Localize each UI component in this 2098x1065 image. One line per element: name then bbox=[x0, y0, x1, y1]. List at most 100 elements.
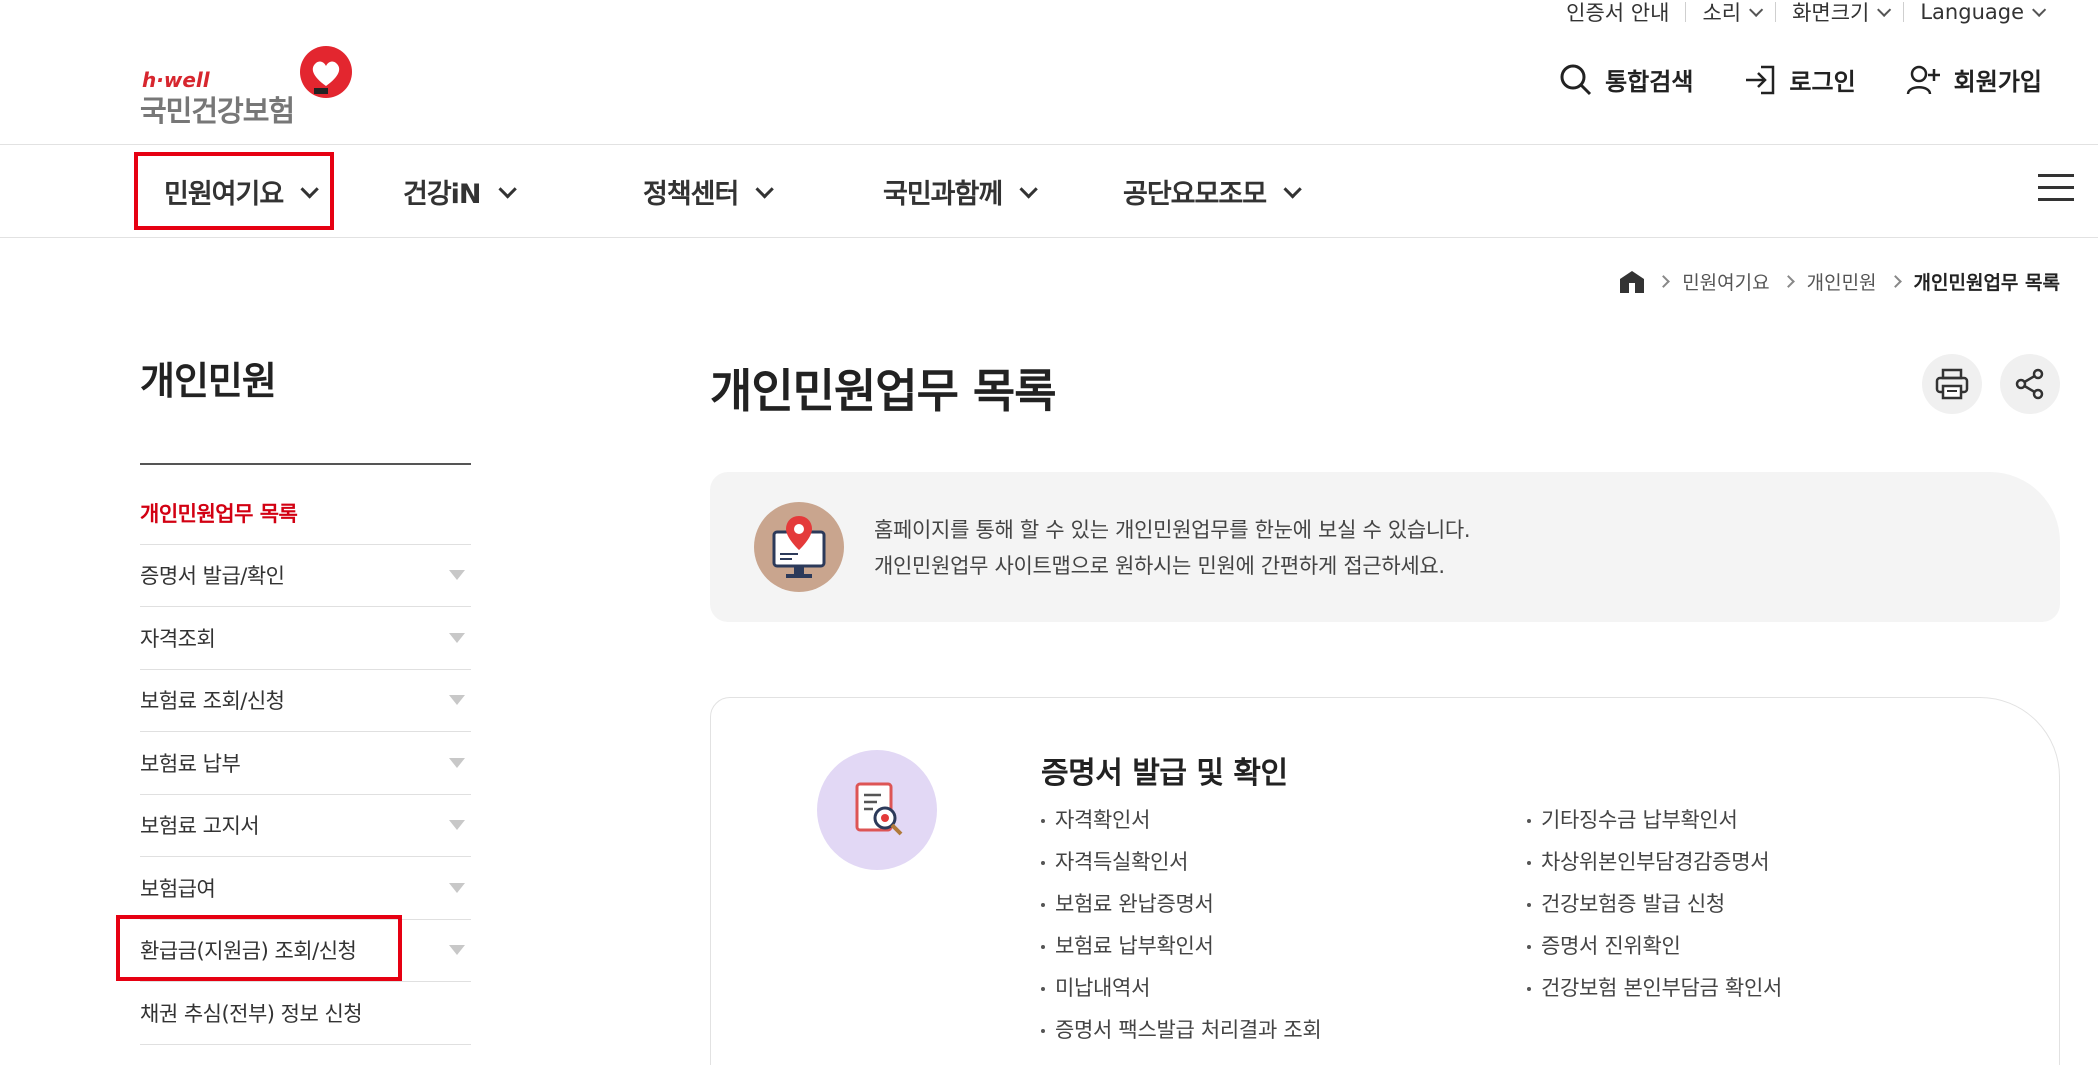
link-item[interactable]: 건강보험증 발급 신청 bbox=[1527, 888, 1782, 930]
sidebar-item-label: 보험료 고지서 bbox=[140, 814, 260, 839]
login-icon bbox=[1746, 65, 1775, 94]
sidebar-item-label: 자격조회 bbox=[140, 626, 216, 651]
menu-icon[interactable] bbox=[2038, 174, 2074, 202]
document-search-icon bbox=[855, 782, 903, 836]
sidebar-item-label: 개인민원업무 목록 bbox=[140, 501, 298, 526]
screen-size-dropdown[interactable]: 화면크기 bbox=[1776, 0, 1903, 27]
gnb-item-policy[interactable]: 정책센터 bbox=[643, 145, 775, 237]
link-list-right: 기타징수금 납부확인서 차상위본인부담경감증명서 건강보험증 발급 신청 증명서… bbox=[1527, 804, 1782, 1014]
chevron-right-icon bbox=[1657, 275, 1671, 288]
link-item[interactable]: 보험료 납부확인서 bbox=[1041, 930, 1321, 972]
printer-icon bbox=[1935, 368, 1969, 400]
chevron-down-icon bbox=[1283, 179, 1302, 199]
cert-guide-label: 인증서 안내 bbox=[1566, 1, 1670, 25]
sidebar-item-label: 보험료 조회/신청 bbox=[140, 689, 285, 714]
login-button[interactable]: 로그인 bbox=[1743, 62, 1856, 97]
highlight-box bbox=[116, 915, 402, 981]
intro-text: 홈페이지를 통해 할 수 있는 개인민원업무를 한눈에 보실 수 있습니다. 개… bbox=[874, 512, 1471, 584]
chevron-down-icon bbox=[2032, 2, 2047, 17]
sidebar-item-premium-bill[interactable]: 보험료 고지서 bbox=[140, 795, 471, 857]
sound-label: 소리 bbox=[1702, 1, 1742, 25]
gnb-item-health-in[interactable]: 건강iN bbox=[403, 145, 517, 237]
chevron-right-icon bbox=[1781, 275, 1795, 288]
screen-size-label: 화면크기 bbox=[1792, 1, 1870, 25]
chevron-down-icon bbox=[1877, 2, 1892, 17]
caret-down-icon bbox=[449, 882, 465, 893]
sidebar-item-list[interactable]: 개인민원업무 목록 bbox=[140, 482, 471, 545]
site-logo[interactable]: h·well 국민건강보험 bbox=[140, 46, 380, 128]
chevron-down-icon bbox=[1019, 179, 1039, 199]
signup-label: 회원가입 bbox=[1953, 68, 2042, 96]
sidebar-item-label: 채권 추심(전부) 정보 신청 bbox=[140, 1001, 363, 1026]
intro-line: 홈페이지를 통해 할 수 있는 개인민원업무를 한눈에 보실 수 있습니다. bbox=[874, 518, 1471, 542]
caret-down-icon bbox=[449, 695, 465, 706]
gnb-label: 건강iN bbox=[403, 178, 482, 210]
share-icon bbox=[2015, 368, 2044, 400]
sidebar-item-certificates[interactable]: 증명서 발급/확인 bbox=[140, 545, 471, 607]
chevron-down-icon bbox=[755, 179, 775, 199]
share-button[interactable] bbox=[2000, 354, 2060, 414]
chevron-right-icon bbox=[1888, 275, 1902, 288]
cert-guide-link[interactable]: 인증서 안내 bbox=[1550, 0, 1685, 27]
language-dropdown[interactable]: Language bbox=[1904, 0, 2058, 24]
link-item[interactable]: 자격확인서 bbox=[1041, 804, 1321, 846]
caret-down-icon bbox=[449, 820, 465, 831]
breadcrumb: 민원여기요 개인민원 개인민원업무 목록 bbox=[1619, 268, 2060, 295]
sidebar-item-premium-payment[interactable]: 보험료 납부 bbox=[140, 732, 471, 795]
logo-korean: 국민건강보험 bbox=[140, 94, 295, 128]
link-item[interactable]: 증명서 진위확인 bbox=[1527, 930, 1782, 972]
link-item[interactable]: 보험료 완납증명서 bbox=[1041, 888, 1321, 930]
monitor-location-icon bbox=[772, 516, 826, 578]
sidebar-item-premium-inquiry[interactable]: 보험료 조회/신청 bbox=[140, 670, 471, 732]
top-actions: 통합검색 로그인 회원가입 bbox=[1559, 62, 2042, 97]
gnb-item-with-citizens[interactable]: 국민과함께 bbox=[883, 145, 1039, 237]
add-user-icon bbox=[1906, 65, 1940, 94]
sidebar-item-benefits[interactable]: 보험급여 bbox=[140, 857, 471, 920]
certificate-section-card: 증명서 발급 및 확인 자격확인서 자격득실확인서 보험료 완납증명서 보험료 … bbox=[710, 697, 2060, 1065]
breadcrumb-item[interactable]: 개인민원 bbox=[1807, 268, 1877, 295]
highlight-box bbox=[134, 152, 334, 230]
caret-down-icon bbox=[449, 632, 465, 643]
language-label: Language bbox=[1920, 0, 2024, 24]
gnb-item-about[interactable]: 공단요모조모 bbox=[1123, 145, 1302, 237]
gnb-label: 정책센터 bbox=[643, 178, 739, 210]
sidebar-item-label: 보험급여 bbox=[140, 876, 216, 901]
print-button[interactable] bbox=[1922, 354, 1982, 414]
divider bbox=[140, 463, 471, 465]
section-title: 증명서 발급 및 확인 bbox=[1041, 756, 1288, 791]
breadcrumb-current: 개인민원업무 목록 bbox=[1913, 272, 2060, 294]
sidebar-title: 개인민원 bbox=[140, 359, 277, 403]
intro-line: 개인민원업무 사이트맵으로 원하시는 민원에 간편하게 접근하세요. bbox=[874, 554, 1445, 578]
gnb-label: 국민과함께 bbox=[883, 178, 1003, 210]
sidebar-item-label: 보험료 납부 bbox=[140, 751, 241, 776]
heart-logo-icon bbox=[300, 46, 352, 98]
chevron-down-icon bbox=[497, 179, 517, 199]
home-icon[interactable] bbox=[1619, 270, 1645, 294]
intro-box: 홈페이지를 통해 할 수 있는 개인민원업무를 한눈에 보실 수 있습니다. 개… bbox=[710, 472, 2060, 622]
link-item[interactable]: 증명서 팩스발급 처리결과 조회 bbox=[1041, 1014, 1322, 1056]
sound-dropdown[interactable]: 소리 bbox=[1686, 0, 1775, 27]
link-item[interactable]: 자격득실확인서 bbox=[1041, 846, 1321, 888]
sidebar-item-label: 증명서 발급/확인 bbox=[140, 564, 285, 589]
caret-down-icon bbox=[449, 757, 465, 768]
chevron-down-icon bbox=[1749, 2, 1764, 17]
card-icon-wrap bbox=[817, 750, 937, 870]
search-icon bbox=[1560, 64, 1592, 95]
breadcrumb-item[interactable]: 민원여기요 bbox=[1682, 268, 1769, 295]
utility-bar: 인증서 안내 소리 화면크기 Language bbox=[1550, 0, 2058, 27]
link-list-left: 자격확인서 자격득실확인서 보험료 완납증명서 보험료 납부확인서 미납내역서 … bbox=[1041, 804, 1322, 1056]
caret-down-icon bbox=[449, 570, 465, 581]
search-label: 통합검색 bbox=[1605, 68, 1694, 96]
search-button[interactable]: 통합검색 bbox=[1559, 62, 1693, 97]
login-label: 로그인 bbox=[1789, 68, 1856, 96]
sidebar-item-eligibility[interactable]: 자격조회 bbox=[140, 607, 471, 670]
sidebar-item-bond-collection[interactable]: 채권 추심(전부) 정보 신청 bbox=[140, 982, 471, 1045]
link-item[interactable]: 기타징수금 납부확인서 bbox=[1527, 804, 1782, 846]
link-item[interactable]: 미납내역서 bbox=[1041, 972, 1321, 1014]
signup-button[interactable]: 회원가입 bbox=[1906, 62, 2042, 97]
page-title: 개인민원업무 목록 bbox=[710, 364, 1057, 418]
caret-down-icon bbox=[449, 945, 465, 956]
link-item[interactable]: 차상위본인부담경감증명서 bbox=[1527, 846, 1782, 888]
intro-icon-wrap bbox=[754, 502, 844, 592]
link-item[interactable]: 건강보험 본인부담금 확인서 bbox=[1527, 972, 1782, 1014]
